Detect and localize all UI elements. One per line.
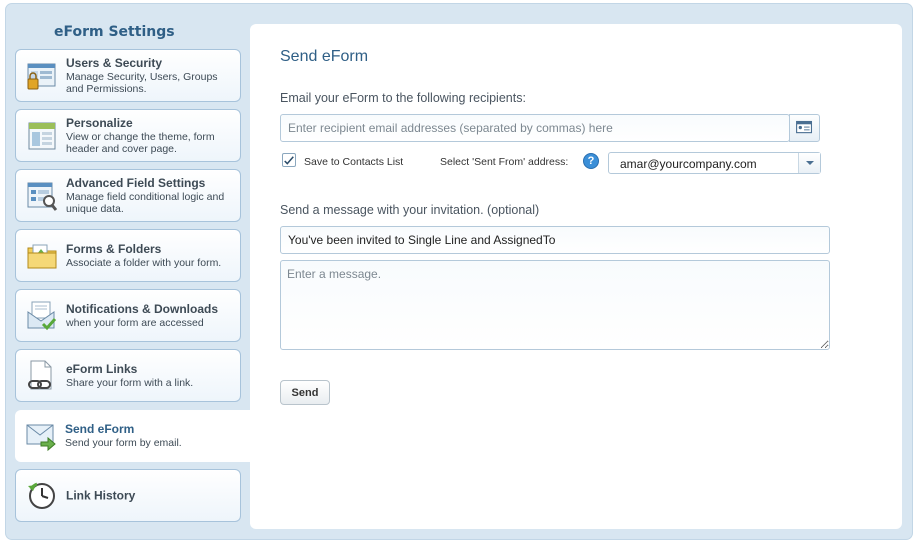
folder-icon [27, 244, 57, 268]
message-textarea[interactable] [280, 260, 830, 350]
sidebar-item-desc: Manage field conditional logic and uniqu… [66, 190, 225, 215]
envelope-check-icon [27, 301, 57, 330]
message-label: Send a message with your invitation. (op… [280, 203, 540, 217]
sidebar-item-link-history[interactable]: Link History [15, 469, 241, 522]
save-contacts-checkbox[interactable] [282, 153, 296, 167]
sidebar-item-advanced-field-settings[interactable]: Advanced Field Settings Manage field con… [15, 169, 241, 222]
sidebar-item-title: Link History [66, 488, 136, 502]
checkmark-icon [284, 156, 294, 165]
sidebar-item-eform-links[interactable]: eForm Links Share your form with a link. [15, 349, 241, 402]
sidebar-item-send-eform[interactable]: Send eForm Send your form by email. [15, 410, 251, 462]
clock-history-icon [28, 482, 55, 509]
sidebar-item-personalize[interactable]: Personalize View or change the theme, fo… [15, 109, 241, 162]
sidebar-item-desc: View or change the theme, form header an… [66, 130, 215, 155]
sidebar-item-desc: when your form are accessed [66, 316, 204, 329]
page-title: Send eForm [280, 48, 369, 65]
sidebar-item-title: Personalize [66, 115, 133, 130]
subject-input[interactable] [280, 226, 830, 254]
sidebar-item-users-security[interactable]: Users & Security Manage Security, Users,… [15, 49, 241, 102]
sidebar-title: eForm Settings [54, 24, 175, 40]
sidebar-item-title: Forms & Folders [66, 241, 162, 256]
chevron-down-icon [806, 161, 814, 165]
send-button[interactable]: Send [280, 380, 330, 405]
document-link-icon [28, 360, 52, 389]
contacts-button[interactable] [789, 114, 820, 142]
sidebar-item-title: eForm Links [66, 361, 138, 376]
dropdown-arrow[interactable] [798, 153, 820, 173]
field-settings-icon [27, 182, 58, 211]
sidebar-item-desc: Manage Security, Users, Groups and Permi… [66, 70, 218, 95]
sidebar-item-notifications-downloads[interactable]: Notifications & Downloads when your form… [15, 289, 241, 342]
recipients-input[interactable] [280, 114, 790, 142]
sidebar-item-desc: Share your form with a link. [66, 376, 194, 389]
sidebar-item-desc: Send your form by email. [65, 437, 182, 449]
sidebar-item-title: Notifications & Downloads [66, 301, 219, 316]
layout-icon [28, 122, 56, 149]
sidebar-item-title: Advanced Field Settings [66, 175, 206, 190]
sidebar-item-title: Users & Security [66, 55, 163, 70]
question-icon[interactable]: ? [583, 153, 599, 169]
sent-from-value: amar@yourcompany.com [620, 157, 757, 171]
contact-card-icon [796, 120, 813, 134]
envelope-arrow-icon [26, 424, 56, 452]
sent-from-label: Select 'Sent From' address: [440, 156, 569, 168]
sidebar-item-desc: Associate a folder with your form. [66, 256, 222, 269]
recipients-label: Email your eForm to the following recipi… [280, 91, 526, 105]
sidebar-item-title: Send eForm [65, 422, 135, 436]
sidebar-item-forms-folders[interactable]: Forms & Folders Associate a folder with … [15, 229, 241, 282]
save-contacts-label: Save to Contacts List [304, 156, 404, 168]
users-lock-icon [27, 63, 56, 89]
sent-from-select[interactable]: amar@yourcompany.com [608, 152, 821, 174]
